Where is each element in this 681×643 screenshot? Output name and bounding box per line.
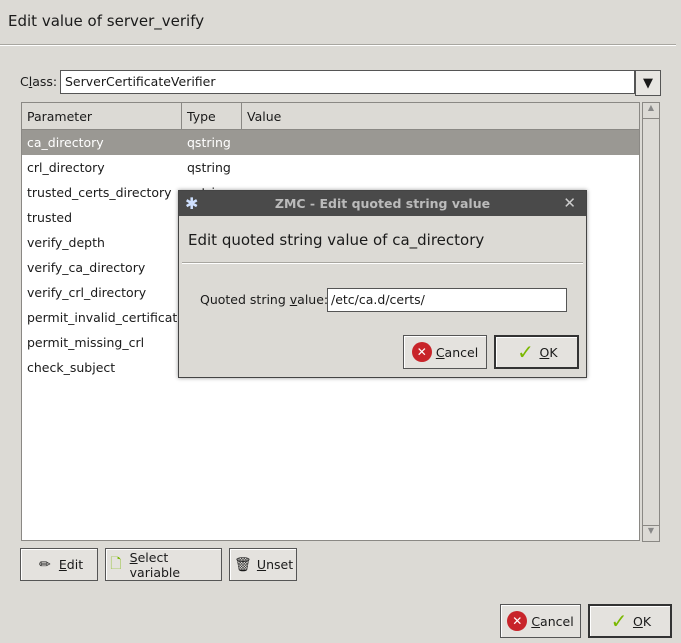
cancel-icon: ✕ xyxy=(411,342,432,362)
edit-string-dialog: ✱ ZMC - Edit quoted string value ✕ Edit qu… xyxy=(178,190,587,378)
column-header-parameter[interactable]: Parameter xyxy=(22,103,182,129)
select-variable-label: Select variable xyxy=(129,549,181,580)
cell-parameter: trusted_certs_directory xyxy=(27,185,172,200)
ok-button[interactable]: ✓ OK xyxy=(588,604,672,638)
cell-parameter: verify_crl_directory xyxy=(27,285,147,300)
app-logo-icon: ✱ xyxy=(185,194,199,213)
add-document-icon: 🗋 xyxy=(110,555,122,572)
dialog-cancel-button[interactable]: ✕ Cancel xyxy=(403,335,487,369)
dialog-ok-button[interactable]: ✓ OK xyxy=(494,335,579,369)
label-part: C xyxy=(20,74,29,89)
close-icon[interactable]: ✕ xyxy=(563,194,576,212)
dialog-titlebar: ✱ ZMC - Edit quoted string value ✕ xyxy=(179,191,586,216)
cancel-icon: ✕ xyxy=(507,611,528,631)
column-header-value[interactable]: Value xyxy=(242,103,639,129)
unset-label: Unset xyxy=(256,557,294,572)
cell-parameter: ca_directory xyxy=(27,135,104,150)
label-part: ass: xyxy=(32,74,58,89)
select-variable-button[interactable]: 🗋 Select variable xyxy=(105,548,222,581)
checkmark-icon: ✓ xyxy=(517,340,534,364)
table-header: Parameter Type Value xyxy=(22,103,639,130)
window-title: Edit value of server_verify xyxy=(8,12,205,30)
chevron-down-icon: ▼ xyxy=(643,75,653,91)
column-header-type[interactable]: Type xyxy=(182,103,242,129)
checkmark-icon: ✓ xyxy=(610,609,628,633)
trash-icon: 🗑 xyxy=(234,556,252,573)
cell-parameter: verify_ca_directory xyxy=(27,260,146,275)
value-label: Quoted string value: xyxy=(200,292,329,307)
edit-label: Edit xyxy=(58,557,84,572)
class-combobox[interactable]: ServerCertificateVerifier xyxy=(60,70,635,94)
cell-parameter: verify_depth xyxy=(27,235,105,250)
cell-parameter: check_subject xyxy=(27,360,116,375)
unset-button[interactable]: 🗑 Unset xyxy=(229,548,297,581)
cell-type: qstring xyxy=(187,135,231,150)
scroll-up-icon[interactable]: ▲ xyxy=(643,103,659,119)
scroll-down-icon[interactable]: ▼ xyxy=(643,525,659,541)
cell-parameter: permit_invalid_certificates xyxy=(27,310,182,325)
cancel-label: Cancel xyxy=(531,613,574,629)
table-row[interactable]: ca_directory qstring xyxy=(22,130,639,155)
edit-button[interactable]: ✏ Edit xyxy=(20,548,98,581)
dialog-title: ZMC - Edit quoted string value xyxy=(274,196,491,211)
vertical-scrollbar[interactable]: ▲ ▼ xyxy=(642,102,660,542)
cell-type: qstring xyxy=(187,160,231,175)
divider xyxy=(0,44,676,46)
cancel-label: Cancel xyxy=(435,344,479,360)
table-row[interactable]: crl_directory qstring xyxy=(22,155,639,180)
divider xyxy=(182,262,583,264)
quoted-string-input[interactable]: /etc/ca.d/certs/ xyxy=(327,288,567,312)
pencil-icon: ✏ xyxy=(39,556,51,573)
class-label: Class: xyxy=(20,74,57,89)
dialog-heading: Edit quoted string value of ca_directory xyxy=(188,231,485,249)
cancel-button[interactable]: ✕ Cancel xyxy=(500,604,581,638)
cell-parameter: trusted xyxy=(27,210,73,225)
cell-parameter: crl_directory xyxy=(27,160,105,175)
class-dropdown-button[interactable]: ▼ xyxy=(635,70,661,96)
ok-label: OK xyxy=(539,344,558,360)
cell-parameter: permit_missing_crl xyxy=(27,335,145,350)
ok-label: OK xyxy=(632,613,652,629)
